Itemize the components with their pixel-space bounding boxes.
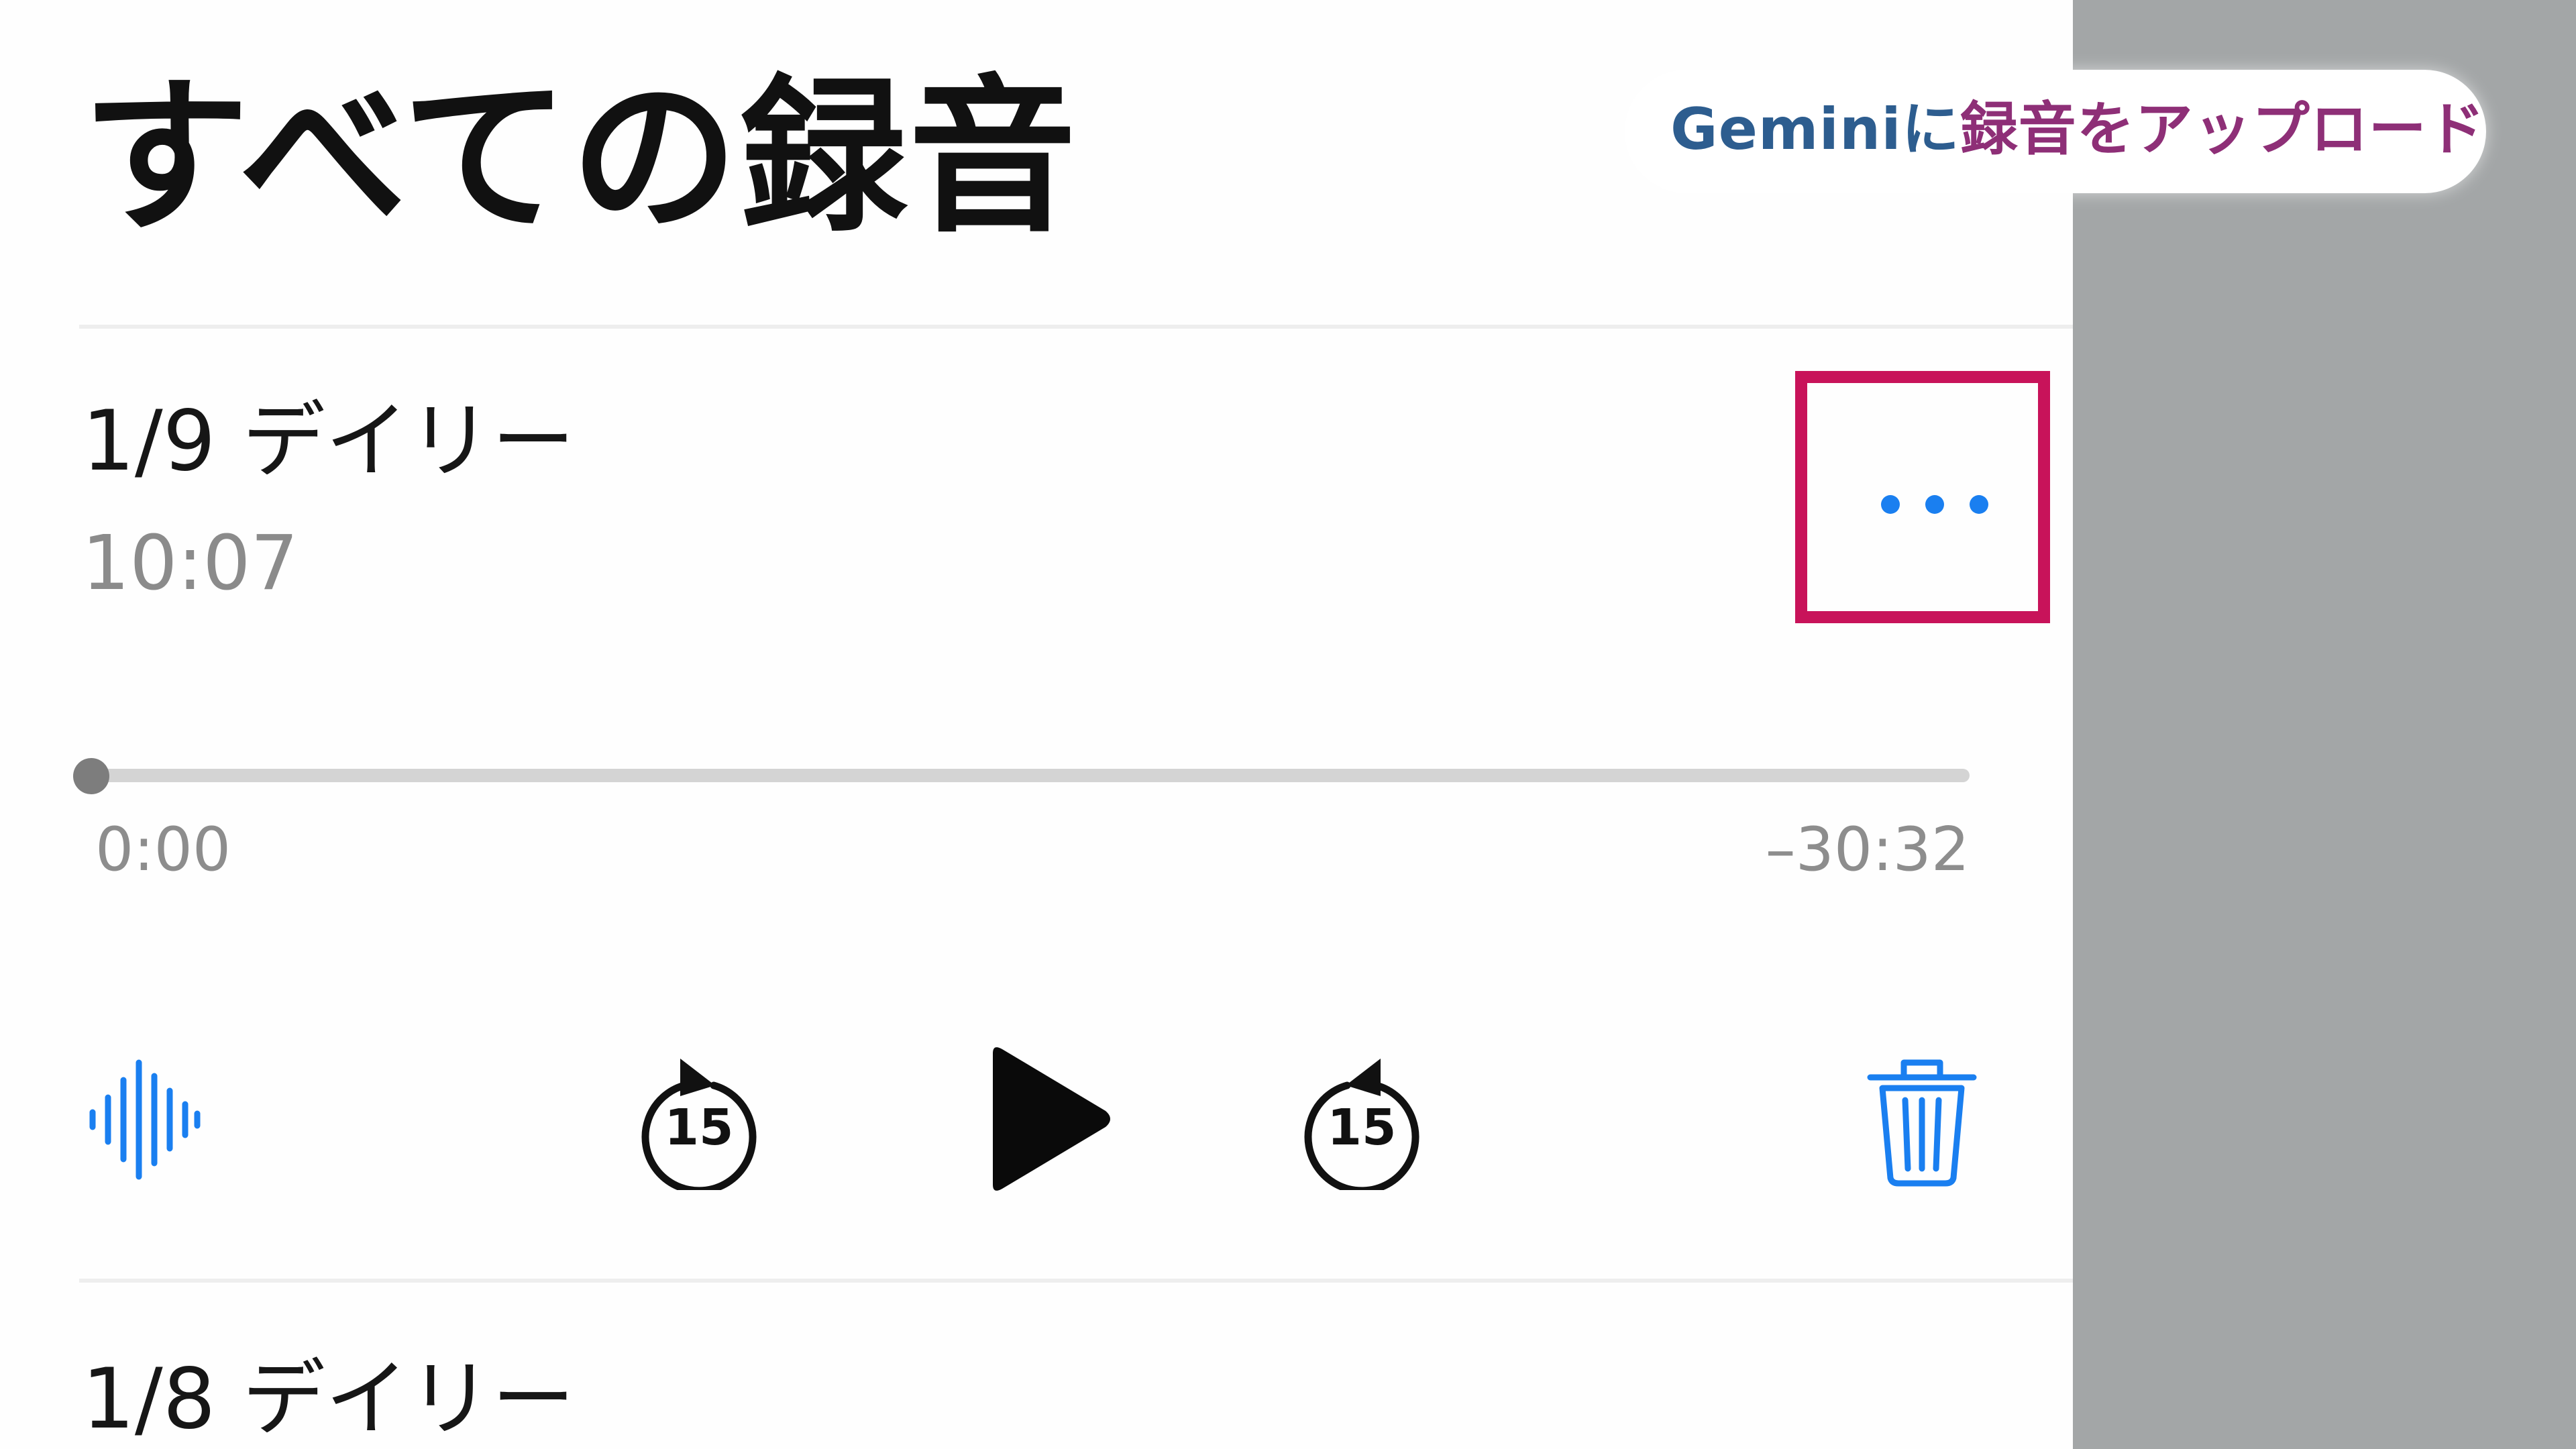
skip-forward-15-button[interactable]: 15 xyxy=(1300,1052,1424,1190)
waveform-icon xyxy=(89,1059,201,1180)
play-button[interactable] xyxy=(973,1044,1115,1194)
delete-button[interactable] xyxy=(1865,1056,1979,1187)
skip-back-seconds: 15 xyxy=(664,1099,734,1157)
header-divider xyxy=(79,325,2073,329)
elapsed-time: 0:00 xyxy=(95,814,231,885)
skip-forward-seconds: 15 xyxy=(1327,1099,1397,1157)
ellipsis-icon xyxy=(1881,495,1988,514)
caption-prefix: Geminiに xyxy=(1670,96,1960,163)
recording-duration: 10:07 xyxy=(82,520,299,607)
upload-caption: Geminiに録音をアップロード xyxy=(1625,70,2486,193)
playback-scrubber[interactable] xyxy=(91,769,1970,782)
upload-caption-text: Geminiに録音をアップロード xyxy=(1670,101,2485,158)
recording-title[interactable]: 1/9 デイリー xyxy=(82,400,575,483)
side-panel xyxy=(2073,0,2576,1449)
more-options-button[interactable] xyxy=(1795,371,2050,623)
trash-icon xyxy=(1867,1059,1977,1187)
skip-back-15-button[interactable]: 15 xyxy=(637,1052,761,1190)
caption-suffix: 録音をアップロード xyxy=(1960,96,2485,163)
page-title: すべての録音 xyxy=(82,60,1078,255)
scrubber-handle[interactable] xyxy=(73,758,109,794)
remaining-time: –30:32 xyxy=(1765,814,1970,885)
voice-memos-screen: すべての録音 1/9 デイリー 10:07 0:00 –30:32 15 15 … xyxy=(0,0,2073,1449)
waveform-button[interactable] xyxy=(87,1056,201,1183)
recording-title[interactable]: 1/8 デイリー xyxy=(82,1358,575,1441)
recording-divider xyxy=(79,1279,2073,1283)
play-icon xyxy=(993,1047,1110,1191)
